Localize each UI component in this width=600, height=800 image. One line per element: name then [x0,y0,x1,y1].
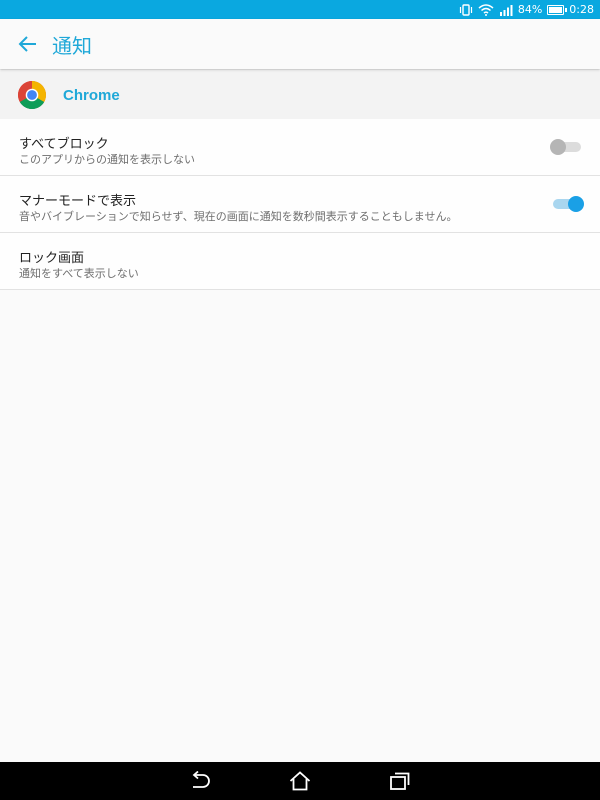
manner-mode-toggle[interactable] [553,196,584,212]
setting-description: 音やバイブレーションで知らせず、現在の画面に通知を数秒間表示することもしません。 [19,210,458,223]
page-title: 通知 [52,33,92,58]
clock: 0:28 [569,3,594,16]
app-bar: 通知 [0,19,600,69]
vibrate-icon [459,0,473,19]
home-icon [289,771,311,791]
chrome-logo-icon [18,81,46,110]
recents-icon [390,772,410,790]
back-arrow-icon [18,36,36,52]
app-info-row: Chrome [0,71,600,119]
nav-home-button[interactable] [288,769,312,793]
navigation-bar [0,762,600,800]
nav-back-button[interactable] [188,769,212,793]
nav-back-icon [192,771,210,788]
block-all-toggle[interactable] [550,139,581,155]
setting-description: このアプリからの通知を表示しない [19,153,195,166]
wifi-icon [478,0,494,19]
battery-icon [547,4,568,15]
setting-title: マナーモードで表示 [19,194,137,209]
back-button[interactable] [0,19,56,69]
setting-description: 通知をすべて表示しない [19,267,139,280]
setting-block-all[interactable]: すべてブロック このアプリからの通知を表示しない [0,119,600,176]
setting-lock-screen[interactable]: ロック画面 通知をすべて表示しない [0,233,600,290]
signal-icon [499,0,513,19]
setting-title: すべてブロック [19,137,109,152]
nav-recents-button[interactable] [388,769,412,793]
battery-percent: 84% [517,3,543,16]
app-name: Chrome [63,86,120,104]
setting-manner-mode[interactable]: マナーモードで表示 音やバイブレーションで知らせず、現在の画面に通知を数秒間表示… [0,176,600,233]
setting-title: ロック画面 [19,251,85,266]
status-bar: 84% 0:28 [0,0,600,19]
